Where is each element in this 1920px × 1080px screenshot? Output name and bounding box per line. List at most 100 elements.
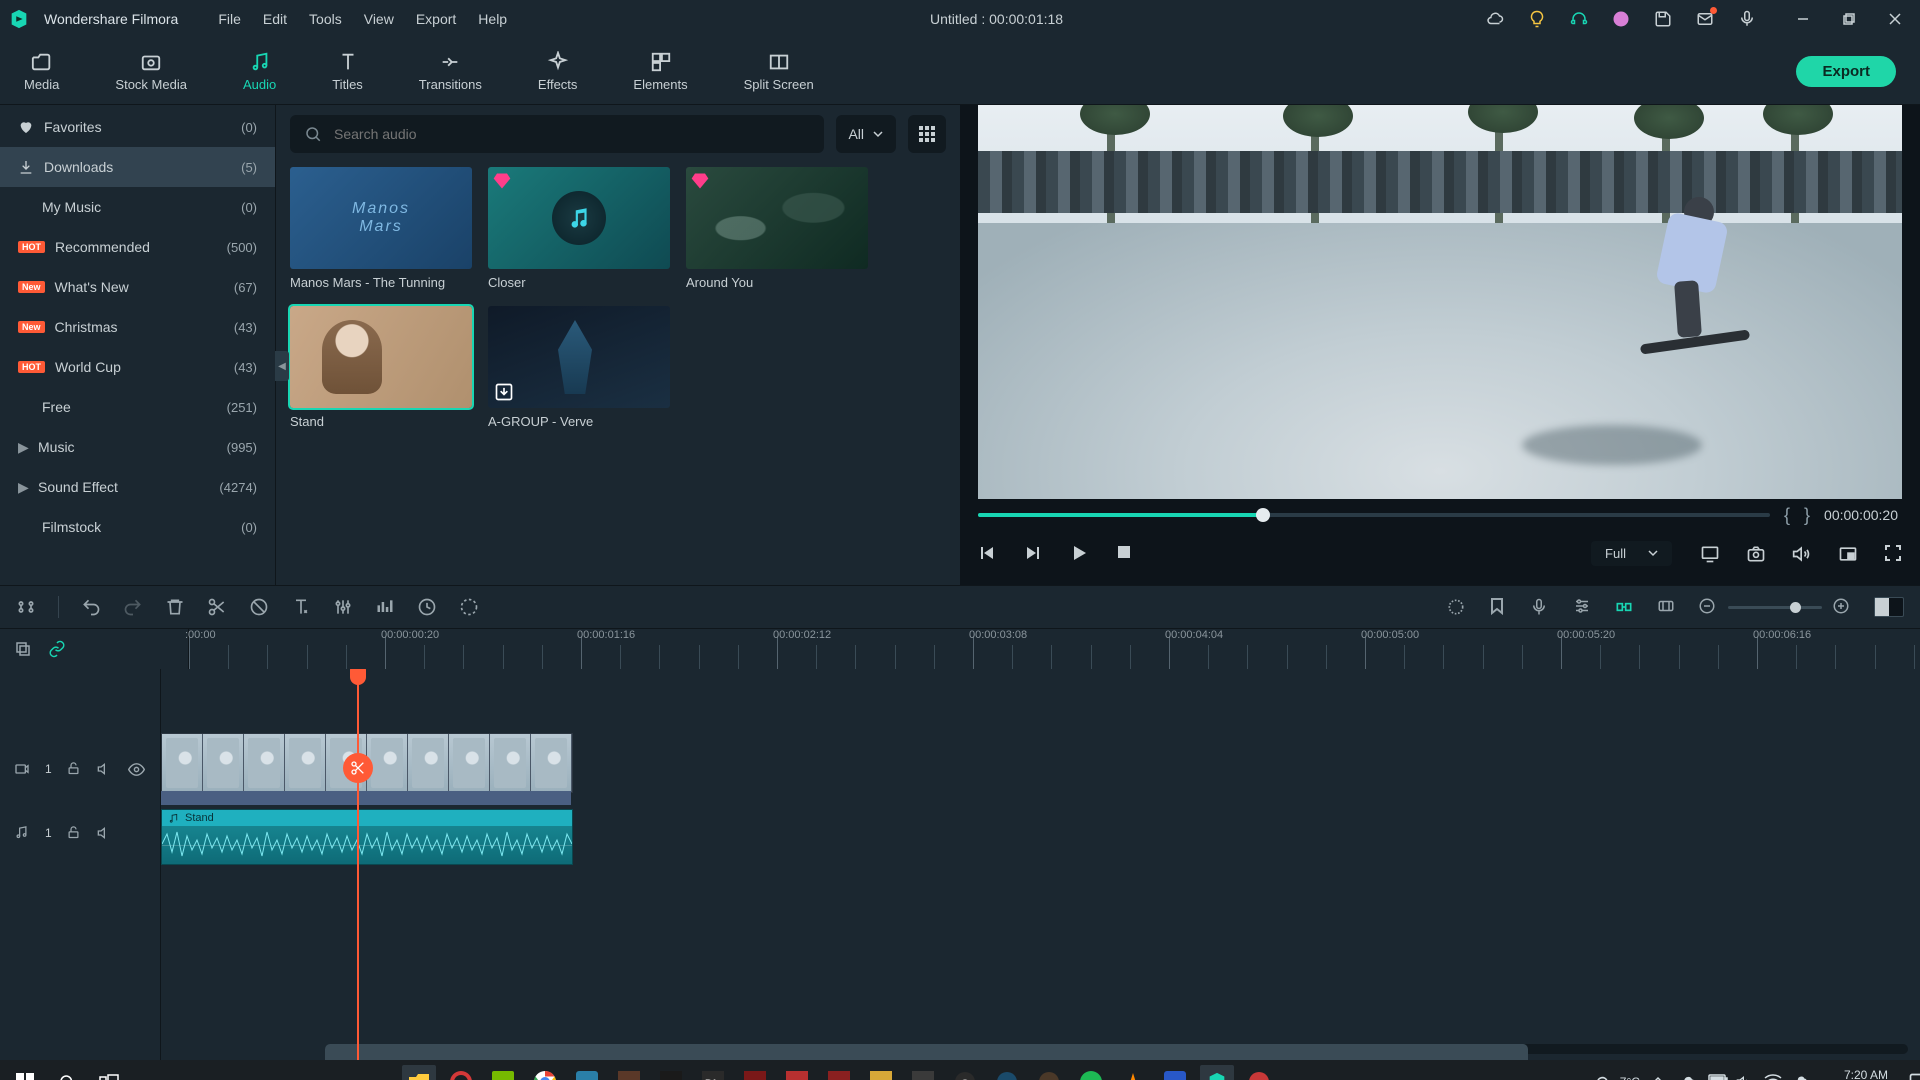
audio-card[interactable]: Manos Mars - The Tunning — [290, 167, 472, 290]
redo-icon[interactable] — [123, 597, 143, 617]
tray-volume-icon[interactable] — [1736, 1074, 1752, 1080]
sidebar-item-what-s-new[interactable]: NewWhat's New(67) — [0, 267, 275, 307]
mute-icon[interactable] — [97, 761, 114, 778]
text-icon[interactable] — [291, 597, 311, 617]
video-track-icon[interactable] — [14, 761, 31, 778]
app-icon[interactable] — [1158, 1065, 1192, 1080]
search-taskbar-icon[interactable] — [50, 1065, 84, 1080]
sidebar-item-world-cup[interactable]: HOTWorld Cup(43) — [0, 347, 275, 387]
eq-icon[interactable] — [375, 597, 395, 617]
app-icon[interactable] — [864, 1065, 898, 1080]
tab-audio[interactable]: Audio — [239, 45, 280, 98]
audio-track-icon[interactable] — [14, 825, 31, 842]
snapshot-icon[interactable] — [1746, 544, 1764, 562]
volume-icon[interactable] — [1792, 544, 1810, 562]
tab-media[interactable]: Media — [20, 45, 63, 98]
search-input-wrap[interactable] — [290, 115, 824, 153]
search-input[interactable] — [332, 125, 810, 143]
audio-card[interactable]: Around You — [686, 167, 868, 290]
export-button[interactable]: Export — [1796, 56, 1896, 87]
app-icon[interactable] — [1242, 1065, 1276, 1080]
mark-out-icon[interactable]: } — [1804, 505, 1810, 526]
menu-help[interactable]: Help — [478, 11, 507, 27]
lightbulb-icon[interactable] — [1528, 10, 1546, 28]
tab-elements[interactable]: Elements — [629, 45, 691, 98]
mic2-icon[interactable] — [1738, 10, 1756, 28]
vlc-icon[interactable] — [1116, 1065, 1150, 1080]
layer-toggle[interactable] — [1874, 597, 1904, 617]
display-icon[interactable] — [1700, 544, 1718, 562]
pip-icon[interactable] — [1838, 544, 1856, 562]
link-icon[interactable] — [48, 640, 66, 658]
minimize-icon[interactable] — [1794, 10, 1812, 28]
tray-chevron-icon[interactable] — [1652, 1074, 1668, 1080]
sidebar-item-free[interactable]: Free(251) — [0, 387, 275, 427]
auto-ripple-icon[interactable] — [1614, 597, 1634, 617]
tab-transitions[interactable]: Transitions — [415, 45, 486, 98]
sidebar-item-music[interactable]: ▶Music(995) — [0, 427, 275, 467]
taskbar-clock[interactable]: 7:20 AM23/12/2022 — [1828, 1068, 1888, 1080]
grid-view-icon[interactable] — [908, 115, 946, 153]
fullscreen-icon[interactable] — [1884, 544, 1902, 562]
menu-tools[interactable]: Tools — [309, 11, 342, 27]
app-icon[interactable] — [738, 1065, 772, 1080]
lock-icon[interactable] — [66, 761, 83, 778]
audio-card[interactable]: Stand — [290, 306, 472, 429]
audio-card[interactable]: A-GROUP - Verve — [488, 306, 670, 429]
render-icon[interactable] — [1446, 597, 1466, 617]
app-icon[interactable] — [612, 1065, 646, 1080]
tray-cloud-icon[interactable] — [1680, 1074, 1696, 1080]
start-icon[interactable] — [8, 1065, 42, 1080]
sidebar-item-christmas[interactable]: NewChristmas(43) — [0, 307, 275, 347]
spotify-icon[interactable] — [1074, 1065, 1108, 1080]
message-icon[interactable] — [1696, 10, 1714, 28]
adjust-icon[interactable] — [333, 597, 353, 617]
split-icon[interactable] — [207, 597, 227, 617]
app-icon[interactable] — [822, 1065, 856, 1080]
mark-in-icon[interactable]: { — [1784, 505, 1790, 526]
menu-view[interactable]: View — [364, 11, 394, 27]
crop-icon[interactable] — [249, 597, 269, 617]
audio-clip[interactable]: Stand — [161, 809, 573, 865]
app-icon[interactable] — [444, 1065, 478, 1080]
app-icon[interactable] — [654, 1065, 688, 1080]
timeline-scrollbar[interactable] — [325, 1044, 1908, 1054]
scissors-icon[interactable] — [343, 753, 373, 783]
weather-icon[interactable] — [1592, 1074, 1608, 1080]
close-icon[interactable] — [1886, 10, 1904, 28]
maximize-icon[interactable] — [1840, 10, 1858, 28]
sidebar-item-recommended[interactable]: HOTRecommended(500) — [0, 227, 275, 267]
cloud-icon[interactable] — [1486, 10, 1504, 28]
audio-card[interactable]: Closer — [488, 167, 670, 290]
marker-icon[interactable] — [1488, 597, 1508, 617]
save-icon[interactable] — [1654, 10, 1672, 28]
avatar-icon[interactable] — [1612, 10, 1630, 28]
stop-icon[interactable] — [1116, 544, 1134, 562]
snap-icon[interactable] — [1656, 597, 1676, 617]
voiceover-icon[interactable] — [1530, 597, 1550, 617]
battery-icon[interactable] — [1708, 1074, 1724, 1080]
headset-icon[interactable] — [1570, 10, 1588, 28]
prev-frame-icon[interactable] — [978, 544, 996, 562]
tab-effects[interactable]: Effects — [534, 45, 582, 98]
preview-scrub[interactable] — [978, 513, 1770, 517]
explorer-icon[interactable] — [402, 1065, 436, 1080]
mixer-icon[interactable] — [1572, 597, 1592, 617]
app-icon[interactable] — [990, 1065, 1024, 1080]
sidebar-item-filmstock[interactable]: Filmstock(0) — [0, 507, 275, 547]
sidebar-item-my-music[interactable]: My Music(0) — [0, 187, 275, 227]
onedrive-icon[interactable] — [1792, 1074, 1808, 1080]
preview-video[interactable] — [978, 105, 1902, 499]
delete-icon[interactable] — [165, 597, 185, 617]
weather-text[interactable]: 7°C — [1620, 1075, 1640, 1080]
preview-quality[interactable]: Full — [1591, 541, 1672, 566]
app-icon[interactable] — [780, 1065, 814, 1080]
color-icon[interactable] — [459, 597, 479, 617]
timeline-ruler[interactable]: :00:0000:00:00:2000:00:01:1600:00:02:120… — [189, 629, 1920, 669]
app-icon[interactable]: DL — [696, 1065, 730, 1080]
menu-edit[interactable]: Edit — [263, 11, 287, 27]
chrome-icon[interactable] — [528, 1065, 562, 1080]
sidebar-item-favorites[interactable]: Favorites(0) — [0, 107, 275, 147]
notifications-icon[interactable]: 2 — [1908, 1072, 1920, 1080]
menu-file[interactable]: File — [218, 11, 241, 27]
